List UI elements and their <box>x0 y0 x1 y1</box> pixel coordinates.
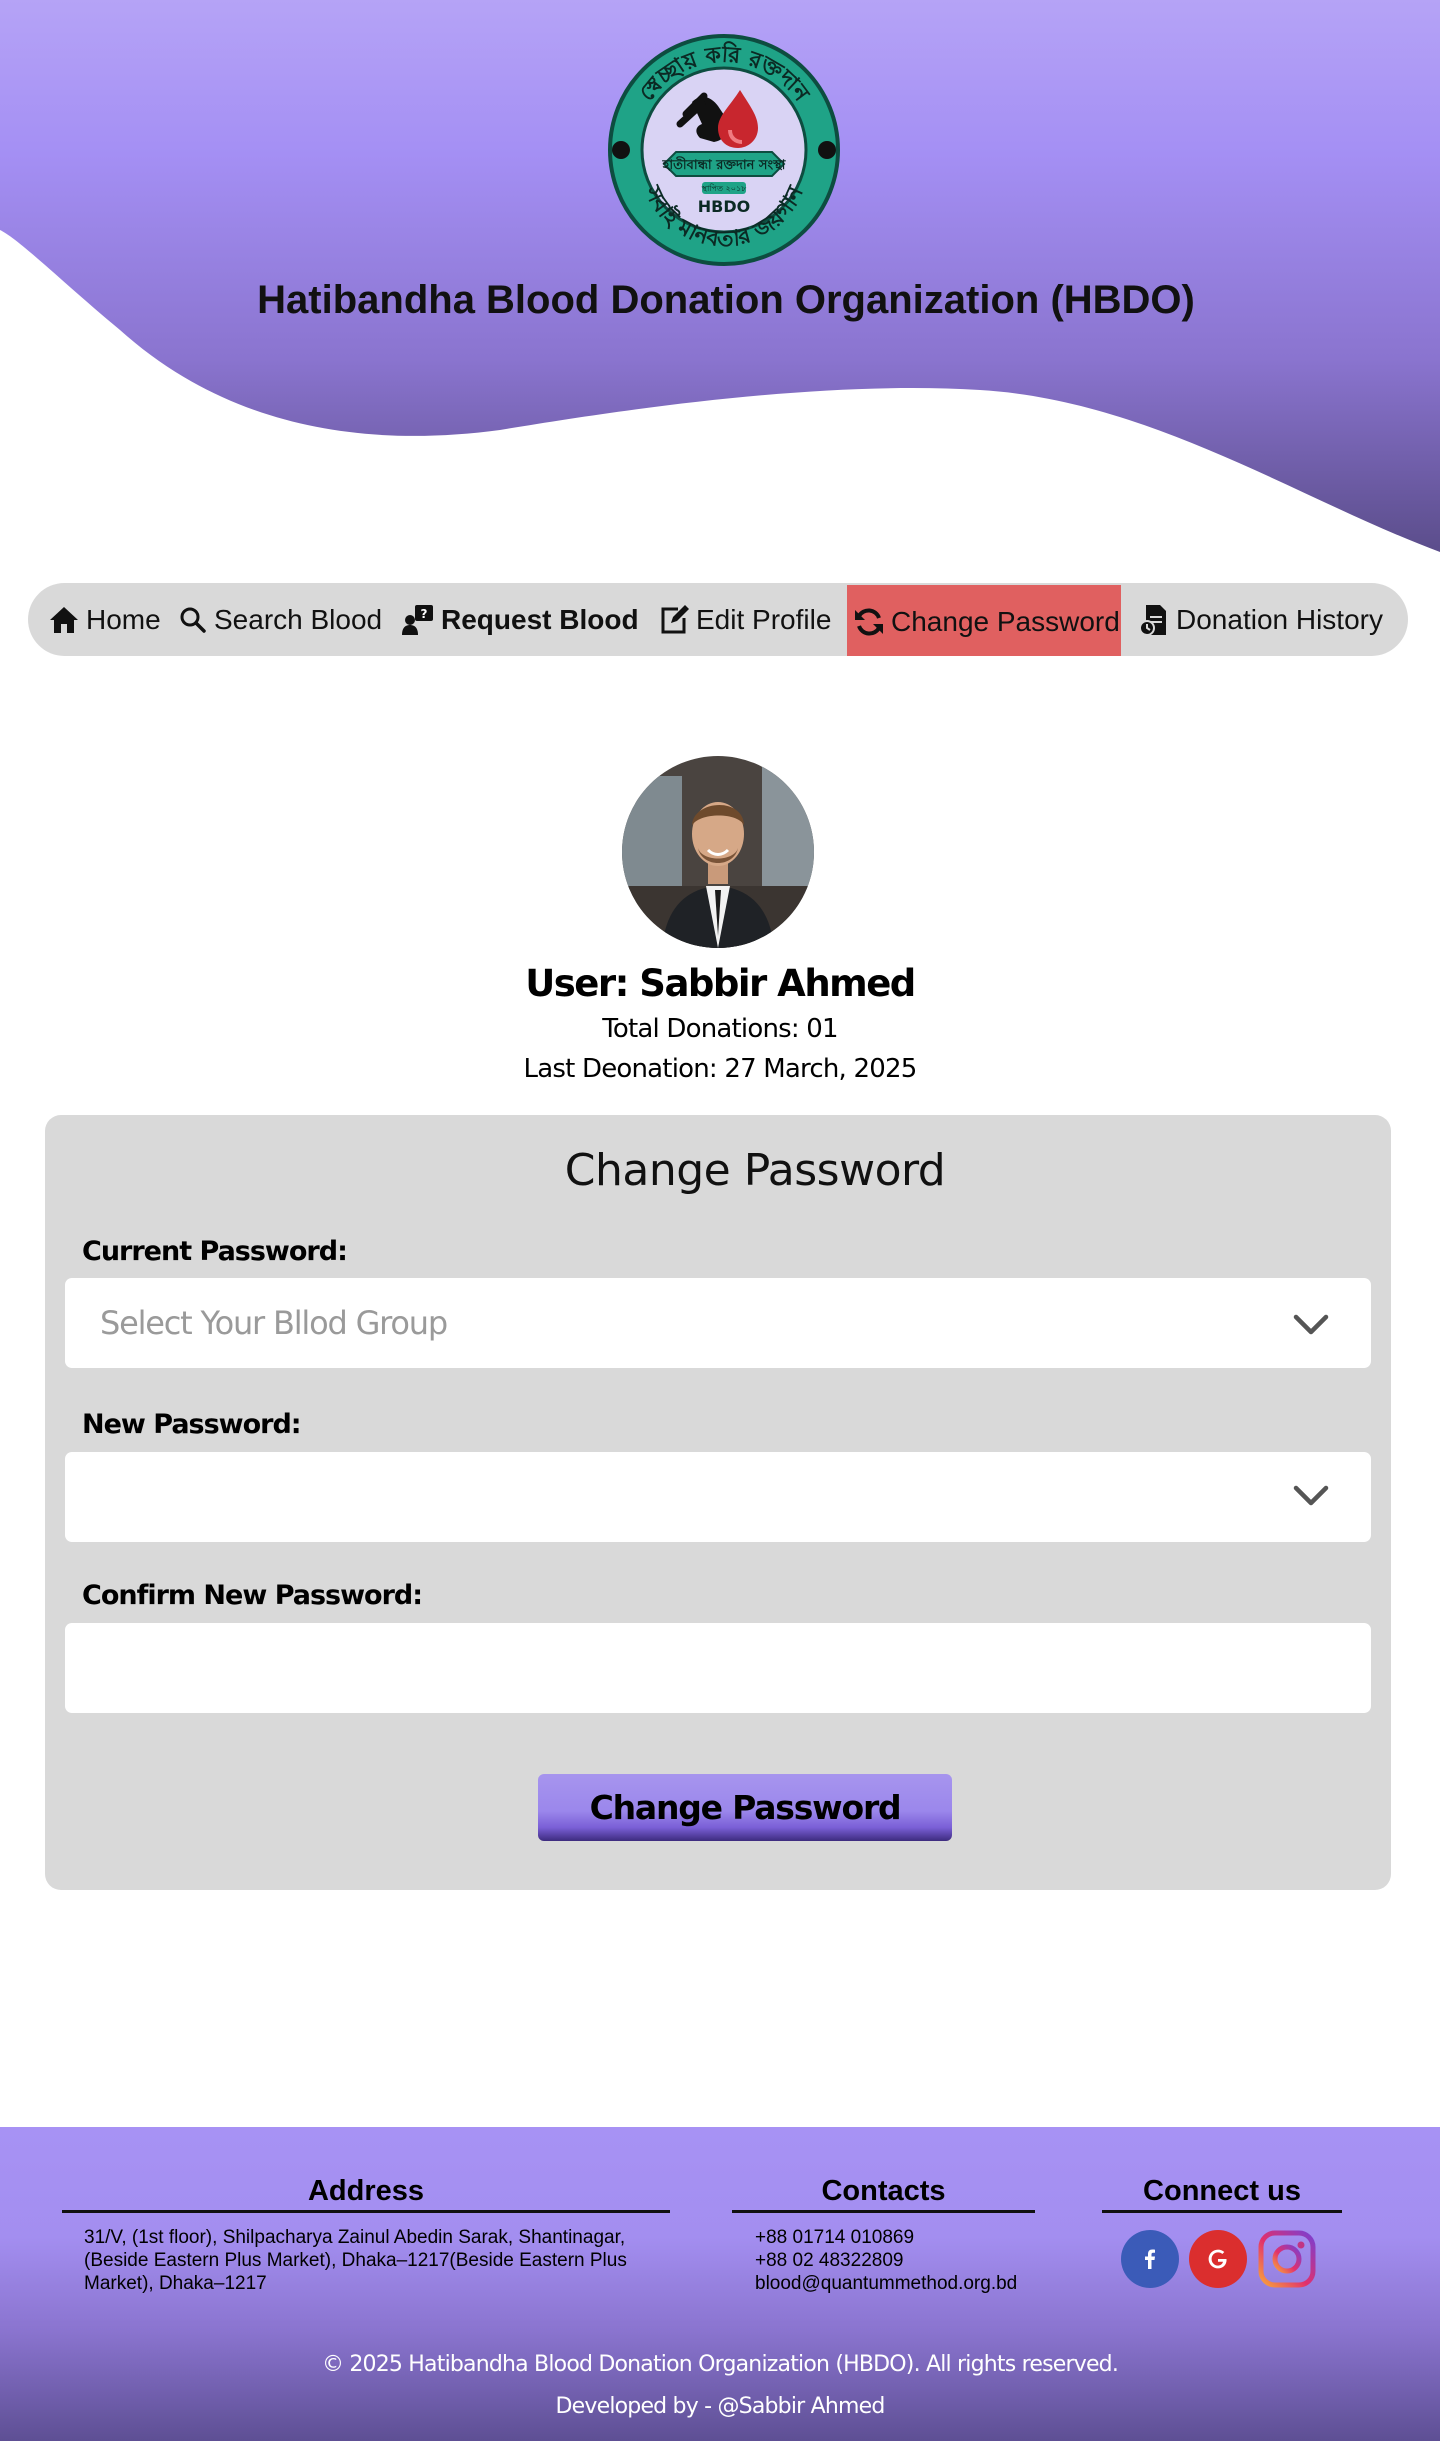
last-donation: Last Deonation: 27 March, 2025 <box>523 1054 918 1084</box>
chevron-down-icon[interactable] <box>1293 1485 1329 1507</box>
address-line: (Beside Eastern Plus Market), Dhaka–1217… <box>84 2250 627 2271</box>
nav-item-edit-profile[interactable]: Edit Profile <box>658 583 831 656</box>
nav-label-donation-history: Donation History <box>1176 603 1383 635</box>
user-avatar <box>622 756 814 948</box>
instagram-button[interactable] <box>1258 2230 1316 2288</box>
developer-credit: Developed by - @Sabbir Ahmed <box>555 2394 885 2419</box>
nav-item-change-password[interactable]: Change Password <box>847 585 1121 656</box>
current-password-field[interactable]: Select Your Bllod Group <box>65 1278 1371 1368</box>
current-password-placeholder: Select Your Bllod Group <box>100 1304 448 1342</box>
nav-label-edit-profile: Edit Profile <box>696 603 832 635</box>
google-button[interactable] <box>1189 2230 1247 2288</box>
contact-phone: +88 02 48322809 <box>755 2250 904 2271</box>
svg-text:HBDO: HBDO <box>698 197 750 216</box>
edit-icon <box>661 604 689 633</box>
facebook-button[interactable] <box>1121 2230 1179 2288</box>
nav-item-search-blood[interactable]: Search Blood <box>178 583 382 656</box>
panel-title: Change Password <box>564 1145 946 1196</box>
nav-label-request-blood: Request Blood <box>441 603 639 635</box>
user-name: User: Sabbir Ahmed <box>525 962 916 1005</box>
svg-text:স্থাপিত ২০১৮: স্থাপিত ২০১৮ <box>701 184 747 193</box>
home-icon <box>50 606 78 633</box>
footer-contacts-heading: Contacts <box>732 2174 1035 2213</box>
nav-label-change-password: Change Password <box>891 605 1120 637</box>
instagram-icon <box>1258 2230 1316 2288</box>
change-password-button[interactable]: Change Password <box>538 1774 952 1841</box>
new-password-field[interactable] <box>65 1452 1371 1542</box>
address-line: 31/V, (1st floor), Shilpacharya Zainul A… <box>84 2227 626 2248</box>
hbdo-logo: স্বেচ্ছায় করি রক্তদান সবাই মানবতার জয়গ… <box>606 32 842 268</box>
nav-label-search-blood: Search Blood <box>214 603 383 635</box>
nav-label-home: Home <box>86 603 161 635</box>
facebook-icon <box>1145 2249 1155 2269</box>
nav-item-home[interactable]: Home <box>48 583 161 656</box>
svg-text:হাতীবান্ধা রক্তদান সংস্থা: হাতীবান্ধা রক্তদান সংস্থা <box>662 156 787 173</box>
hero-header: স্বেচ্ছায় করি রক্তদান সবাই মানবতার জয়গ… <box>0 0 1440 560</box>
total-donations: Total Donations: 01 <box>602 1014 838 1044</box>
contact-phone: +88 01714 010869 <box>755 2227 915 2248</box>
google-icon <box>1208 2249 1227 2269</box>
copyright-text: © 2025 Hatibandha Blood Donation Organiz… <box>321 2352 1119 2377</box>
confirm-password-field[interactable] <box>65 1623 1371 1713</box>
main-nav: Home Search Blood ? Request Blood Edit P… <box>28 583 1408 656</box>
footer: Address 31/V, (1st floor), Shilpacharya … <box>0 2127 1440 2441</box>
request-icon: ? <box>402 604 433 635</box>
nav-item-donation-history[interactable]: Donation History <box>1138 583 1383 656</box>
current-password-label: Current Password: <box>82 1236 348 1267</box>
chevron-down-icon[interactable] <box>1293 1314 1329 1336</box>
search-icon <box>180 607 206 633</box>
refresh-icon <box>855 608 883 635</box>
footer-contacts-text: +88 01714 010869 +88 02 48322809 blood@q… <box>755 2226 1017 2295</box>
nav-item-request-blood[interactable]: ? Request Blood <box>401 583 639 656</box>
footer-connect-heading: Connect us <box>1102 2174 1342 2213</box>
contact-email[interactable]: blood@quantummethod.org.bd <box>755 2272 1017 2295</box>
change-password-panel: Change Password Current Password: Select… <box>45 1115 1391 1890</box>
svg-text:?: ? <box>421 607 428 621</box>
new-password-label: New Password: <box>82 1409 302 1440</box>
history-icon <box>1139 604 1166 636</box>
footer-address-text: 31/V, (1st floor), Shilpacharya Zainul A… <box>84 2226 627 2295</box>
confirm-password-label: Confirm New Password: <box>82 1580 423 1611</box>
address-line: Market), Dhaka–1217 <box>84 2273 267 2294</box>
footer-address-heading: Address <box>62 2174 670 2213</box>
org-title: Hatibandha Blood Donation Organization (… <box>257 278 1195 322</box>
